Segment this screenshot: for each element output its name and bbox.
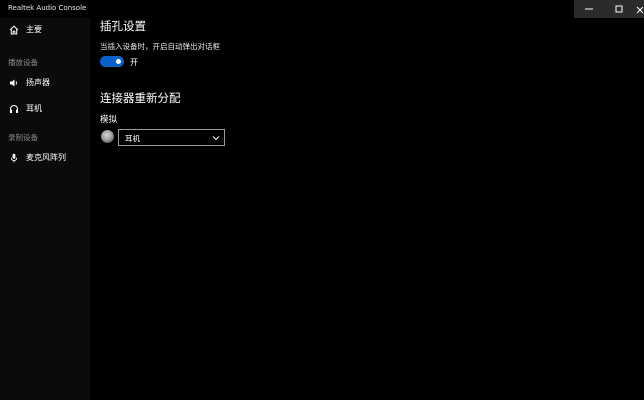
analog-label: 模拟 xyxy=(100,115,118,125)
sidebar-item-microphone[interactable]: 麦克风阵列 xyxy=(0,147,90,169)
app-title: Realtek Audio Console xyxy=(8,4,87,12)
app-window: Realtek Audio Console 主要 播放设备 扬声器 耳机 录制设… xyxy=(0,0,644,400)
audio-jack-icon xyxy=(101,130,114,143)
jack-detect-toggle[interactable] xyxy=(100,56,124,67)
speaker-icon xyxy=(10,79,17,87)
minimize-icon xyxy=(585,8,593,10)
close-button[interactable] xyxy=(634,0,644,18)
toggle-state-label: 开 xyxy=(130,58,138,67)
maximize-icon xyxy=(615,5,623,13)
connector-type-select[interactable]: 耳机 xyxy=(118,129,225,146)
jack-settings-title: 插孔设置 xyxy=(100,19,146,33)
record-section-header: 录制设备 xyxy=(8,133,38,142)
maximize-button[interactable] xyxy=(604,0,634,18)
sidebar-item-home[interactable]: 主要 xyxy=(0,19,90,41)
playback-section-header: 播放设备 xyxy=(8,58,38,67)
chevron-down-icon xyxy=(212,136,220,141)
sidebar: 主要 播放设备 扬声器 耳机 录制设备 麦克风阵列 xyxy=(0,18,90,400)
sidebar-item-label: 麦克风阵列 xyxy=(26,153,66,162)
close-icon xyxy=(636,6,643,14)
sidebar-item-headphone[interactable]: 耳机 xyxy=(0,98,90,120)
sidebar-item-label: 耳机 xyxy=(26,104,42,113)
sidebar-item-speaker[interactable]: 扬声器 xyxy=(0,72,90,94)
title-bar: Realtek Audio Console xyxy=(0,0,644,18)
jack-detect-description: 当插入设备时，开启自动弹出对话框 xyxy=(100,42,220,51)
toggle-knob xyxy=(116,59,121,64)
connector-reassign-title: 连接器重新分配 xyxy=(100,91,181,105)
sidebar-item-label: 主要 xyxy=(26,25,42,34)
minimize-button[interactable] xyxy=(574,0,604,18)
headphone-icon xyxy=(10,105,18,113)
sidebar-item-label: 扬声器 xyxy=(26,78,50,87)
main-content: 插孔设置 当插入设备时，开启自动弹出对话框 开 连接器重新分配 模拟 耳机 xyxy=(90,18,644,400)
microphone-icon xyxy=(10,153,18,163)
home-icon xyxy=(9,25,19,35)
select-value: 耳机 xyxy=(125,134,140,143)
